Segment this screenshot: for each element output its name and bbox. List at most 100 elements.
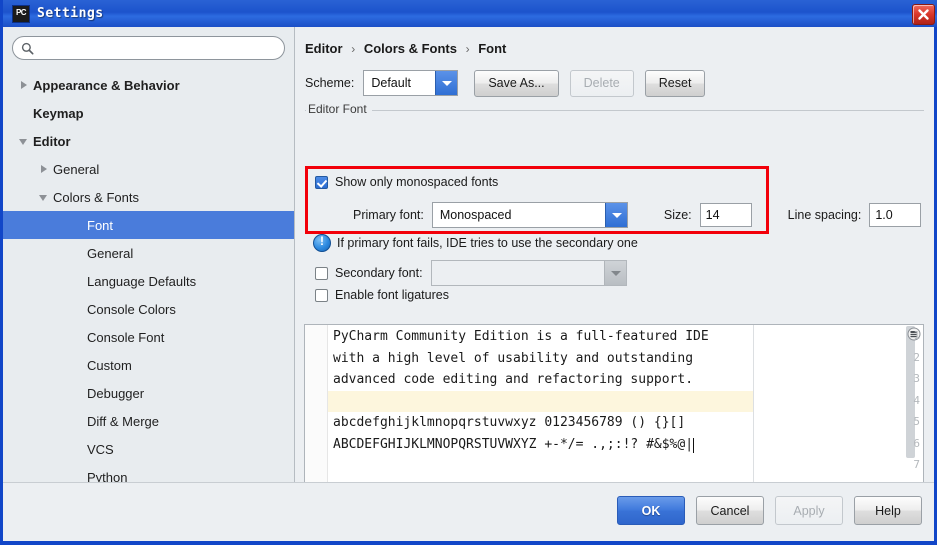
chevron-right-icon[interactable] bbox=[37, 162, 51, 176]
show-monospaced-checkbox[interactable] bbox=[315, 175, 328, 189]
preview-code-line: advanced code editing and refactoring su… bbox=[333, 372, 694, 387]
secondary-font-label: Secondary font: bbox=[335, 266, 423, 280]
sidebar-item-label: Python bbox=[87, 469, 128, 483]
primary-font-label: Primary font: bbox=[353, 208, 424, 222]
chevron-down-icon[interactable] bbox=[37, 190, 51, 204]
breadcrumb: Editor › Colors & Fonts › Font bbox=[305, 41, 506, 56]
preview-line-number: 7 bbox=[913, 458, 920, 471]
show-monospaced-label: Show only monospaced fonts bbox=[335, 175, 499, 189]
secondary-font-hint-text: If primary font fails, IDE tries to use … bbox=[337, 236, 638, 250]
breadcrumb-part-editor[interactable]: Editor bbox=[305, 41, 343, 56]
sidebar-item-label: General bbox=[53, 161, 100, 177]
settings-sidebar: Appearance & Behavior Keymap Editor General… bbox=[3, 27, 295, 482]
preview-lines: 1 PyCharm Community Edition is a full-fea… bbox=[305, 325, 923, 493]
sidebar-item-label: Colors & Fonts bbox=[53, 189, 139, 205]
pycharm-icon: PC bbox=[12, 4, 30, 23]
sidebar-item-label: Custom bbox=[87, 357, 132, 373]
line-spacing-label: Line spacing: bbox=[787, 208, 862, 222]
preview-code-line: with a high level of usability and outst… bbox=[333, 350, 694, 366]
breadcrumb-part-font: Font bbox=[478, 41, 507, 56]
info-icon bbox=[313, 234, 331, 252]
help-button[interactable]: Help bbox=[854, 496, 922, 525]
preview-code-line: abcdefghijklmnopqrstuvwxyz 0123456789 ()… bbox=[333, 415, 686, 430]
preview-text-caret bbox=[692, 437, 694, 453]
chevron-right-icon[interactable] bbox=[17, 78, 31, 92]
chevron-down-icon[interactable] bbox=[604, 203, 627, 227]
primary-font-row: Primary font: Monospaced Size: Line spac… bbox=[315, 202, 924, 228]
search-input[interactable] bbox=[12, 36, 285, 60]
sidebar-item-custom[interactable]: Custom bbox=[3, 351, 294, 379]
sidebar-item-label: Keymap bbox=[33, 105, 84, 121]
apply-button[interactable]: Apply bbox=[775, 496, 843, 525]
dialog-content: Appearance & Behavior Keymap Editor General… bbox=[3, 27, 934, 539]
preview-line-number: 1 bbox=[913, 329, 920, 342]
font-size-input[interactable] bbox=[699, 203, 752, 227]
sidebar-item-font[interactable]: Font bbox=[3, 211, 294, 239]
show-monospaced-row[interactable]: Show only monospaced fonts bbox=[315, 175, 498, 189]
ok-button[interactable]: OK bbox=[617, 496, 685, 525]
chevron-down-icon[interactable] bbox=[17, 134, 31, 148]
preview-line-number: 5 bbox=[913, 415, 920, 428]
preview-line-number: 3 bbox=[913, 372, 920, 385]
size-label: Size: bbox=[663, 208, 692, 222]
sidebar-item-language-defaults[interactable]: Language Defaults bbox=[3, 267, 294, 295]
ligatures-row[interactable]: Enable font ligatures bbox=[315, 288, 449, 302]
editor-font-group: Editor Font Show only monospaced fonts P… bbox=[305, 102, 924, 317]
scheme-label: Scheme: bbox=[305, 76, 355, 90]
sidebar-item-keymap[interactable]: Keymap bbox=[3, 99, 294, 127]
cancel-button[interactable]: Cancel bbox=[696, 496, 764, 525]
sidebar-item-label: General bbox=[87, 245, 134, 261]
search-input-text[interactable] bbox=[39, 40, 278, 56]
sidebar-item-label: Diff & Merge bbox=[87, 413, 160, 429]
editor-font-group-title: Editor Font bbox=[306, 102, 372, 116]
sidebar-item-console-font[interactable]: Console Font bbox=[3, 323, 294, 351]
secondary-font-combo[interactable] bbox=[430, 260, 627, 286]
sidebar-item-vcs[interactable]: VCS bbox=[3, 435, 294, 463]
enable-ligatures-label: Enable font ligatures bbox=[335, 288, 449, 302]
chevron-down-icon[interactable] bbox=[603, 261, 626, 285]
sidebar-item-label: Editor bbox=[33, 133, 71, 149]
preview-current-line-highlight bbox=[328, 390, 753, 412]
close-glyph bbox=[918, 9, 929, 20]
enable-ligatures-checkbox[interactable] bbox=[315, 288, 328, 302]
save-as-button[interactable]: Save As... bbox=[474, 69, 559, 97]
settings-detail-pane: Editor › Colors & Fonts › Font Scheme: D… bbox=[296, 27, 934, 500]
sidebar-item-appearance-behavior[interactable]: Appearance & Behavior bbox=[3, 71, 294, 99]
sidebar-item-colors-fonts[interactable]: Colors & Fonts bbox=[3, 183, 294, 211]
sidebar-item-general[interactable]: General bbox=[3, 239, 294, 267]
sidebar-item-console-colors[interactable]: Console Colors bbox=[3, 295, 294, 323]
sidebar-item-debugger[interactable]: Debugger bbox=[3, 379, 294, 407]
line-spacing-input[interactable] bbox=[869, 203, 922, 227]
delete-scheme-button[interactable]: Delete bbox=[569, 69, 634, 97]
secondary-font-checkbox[interactable] bbox=[315, 266, 328, 280]
chevron-down-icon[interactable] bbox=[435, 71, 458, 95]
group-divider bbox=[305, 110, 924, 111]
sidebar-item-editor[interactable]: Editor bbox=[3, 127, 294, 155]
window-title: Settings bbox=[37, 6, 104, 21]
sidebar-item-label: Console Font bbox=[87, 329, 165, 345]
sidebar-item-python[interactable]: Python bbox=[3, 463, 294, 483]
preview-line-number: 4 bbox=[913, 393, 920, 407]
close-icon[interactable] bbox=[912, 4, 935, 25]
sidebar-item-label: Console Colors bbox=[87, 301, 176, 317]
sidebar-item-label: Font bbox=[87, 217, 114, 233]
preview-code-line: PyCharm Community Edition is a full-feat… bbox=[333, 329, 709, 344]
reset-scheme-button[interactable]: Reset bbox=[644, 69, 706, 97]
font-preview-editor[interactable]: 1 PyCharm Community Edition is a full-fea… bbox=[304, 324, 924, 500]
breadcrumb-separator-1: › bbox=[351, 42, 356, 56]
scheme-combo[interactable]: Default bbox=[363, 70, 459, 96]
sidebar-item-general[interactable]: General bbox=[3, 155, 294, 183]
scheme-combo-value: Default bbox=[371, 76, 411, 90]
search-icon bbox=[21, 42, 34, 55]
primary-font-combo[interactable]: Monospaced bbox=[431, 202, 628, 228]
window-titlebar: PC Settings bbox=[3, 0, 937, 27]
sidebar-item-diff-merge[interactable]: Diff & Merge bbox=[3, 407, 294, 435]
breadcrumb-part-colors-fonts[interactable]: Colors & Fonts bbox=[364, 41, 457, 56]
